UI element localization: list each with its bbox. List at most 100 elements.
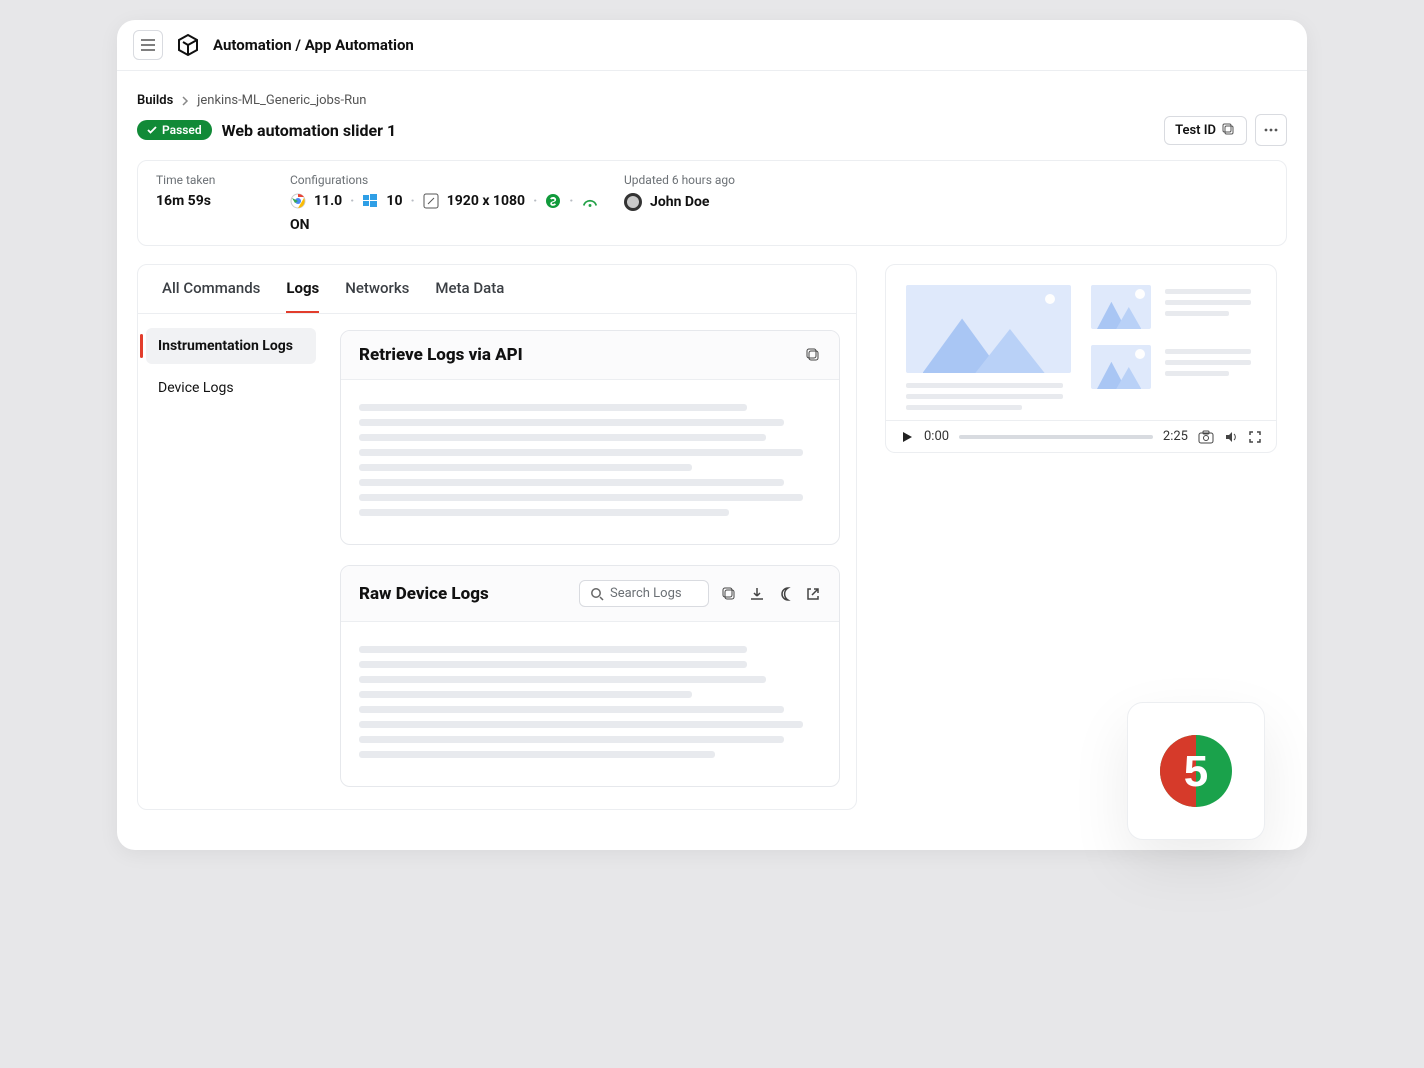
placeholder-line	[359, 691, 692, 698]
card-retrieve-body	[341, 380, 839, 544]
selenium-icon	[545, 193, 561, 209]
video-seekbar[interactable]	[959, 435, 1153, 439]
video-extra-controls	[1198, 430, 1262, 444]
meta-user: John Doe	[624, 193, 1268, 211]
image-placeholder	[906, 285, 1071, 373]
placeholder-line	[359, 449, 803, 456]
title-actions: Test ID	[1164, 114, 1287, 146]
card-retrieve-title: Retrieve Logs via API	[359, 345, 523, 365]
volume-icon	[1224, 430, 1238, 444]
placeholder-line	[359, 404, 747, 411]
floating-badge: 5	[1127, 702, 1265, 840]
logs-panel: All Commands Logs Networks Meta Data Ins…	[137, 264, 857, 810]
network-on-icon	[582, 193, 598, 209]
placeholder-line	[359, 676, 766, 683]
brand-logo-icon	[176, 33, 200, 57]
meta-config: Configurations 11.0 · 10 · 1920 x 10	[290, 173, 600, 233]
check-icon	[147, 125, 157, 135]
open-external-button[interactable]	[805, 586, 821, 602]
tab-all-commands[interactable]: All Commands	[162, 279, 260, 313]
placeholder-line	[1165, 371, 1229, 376]
placeholder-line	[359, 751, 715, 758]
status-badge: Passed	[137, 120, 212, 140]
volume-button[interactable]	[1224, 430, 1238, 444]
search-icon	[590, 587, 604, 601]
tab-networks[interactable]: Networks	[345, 279, 409, 313]
card-raw-title: Raw Device Logs	[359, 584, 489, 604]
card-raw-logs: Raw Device Logs Search Logs	[340, 565, 840, 787]
external-link-icon	[805, 586, 821, 602]
test-title: Web automation slider 1	[222, 121, 397, 140]
video-panel: 0:00 2:25	[885, 264, 1277, 453]
copy-button[interactable]	[805, 347, 821, 363]
topbar-title: Automation / App Automation	[213, 36, 414, 54]
meta-config-values: 11.0 · 10 · 1920 x 1080 · ·	[290, 193, 600, 233]
meta-config-label: Configurations	[290, 173, 600, 187]
play-button[interactable]	[900, 430, 914, 444]
placeholder-line	[359, 646, 747, 653]
meta-updated-label: Updated 6 hours ago	[624, 173, 1268, 187]
copy-icon	[805, 347, 821, 363]
fullscreen-button[interactable]	[1248, 430, 1262, 444]
card-raw-body	[341, 622, 839, 786]
leftnav-device[interactable]: Device Logs	[146, 370, 316, 406]
screenshot-button[interactable]	[1198, 430, 1214, 444]
placeholder-line	[906, 405, 1022, 410]
content: Builds jenkins-ML_Generic_jobs-Run Passe…	[117, 71, 1307, 810]
chevron-right-icon	[181, 96, 189, 106]
menu-button[interactable]	[133, 30, 163, 60]
meta-time-label: Time taken	[156, 173, 266, 187]
breadcrumb-current: jenkins-ML_Generic_jobs-Run	[197, 93, 366, 108]
breadcrumb: Builds jenkins-ML_Generic_jobs-Run	[137, 93, 1287, 108]
placeholder-line	[359, 434, 766, 441]
card-retrieve-logs: Retrieve Logs via API	[340, 330, 840, 545]
selenium-badge-icon: 5	[1159, 734, 1233, 808]
play-icon	[900, 430, 914, 444]
tab-logs[interactable]: Logs	[286, 279, 319, 313]
placeholder-line	[1165, 349, 1251, 354]
placeholder-line	[359, 736, 784, 743]
placeholder-line	[359, 419, 784, 426]
placeholder-line	[1165, 360, 1251, 365]
more-icon	[1264, 128, 1278, 132]
breadcrumb-root[interactable]: Builds	[137, 93, 173, 108]
placeholder-line	[359, 509, 729, 516]
test-id-button[interactable]: Test ID	[1164, 116, 1247, 145]
card-raw-head: Raw Device Logs Search Logs	[341, 566, 839, 622]
placeholder-line	[359, 721, 803, 728]
placeholder-line	[359, 661, 747, 668]
download-icon	[749, 586, 765, 602]
card-retrieve-actions	[805, 347, 821, 363]
fullscreen-icon	[1248, 430, 1262, 444]
search-logs-input[interactable]: Search Logs	[579, 580, 709, 607]
windows-icon	[362, 193, 378, 209]
card-retrieve-head: Retrieve Logs via API	[341, 331, 839, 380]
search-placeholder: Search Logs	[610, 586, 682, 601]
resolution-icon	[423, 193, 439, 209]
logs-body: Instrumentation Logs Device Logs Retriev…	[138, 313, 856, 809]
chrome-icon	[290, 193, 306, 209]
resolution-value: 1920 x 1080	[447, 193, 525, 209]
image-placeholder	[1091, 285, 1151, 329]
more-button[interactable]	[1255, 114, 1287, 146]
copy-button[interactable]	[721, 586, 737, 602]
network-status: ON	[290, 217, 310, 233]
main-split: All Commands Logs Networks Meta Data Ins…	[137, 264, 1287, 810]
placeholder-line	[906, 383, 1063, 388]
os-version: 10	[386, 193, 402, 209]
avatar	[624, 193, 642, 211]
meta-card: Time taken 16m 59s Configurations 11.0 ·…	[137, 160, 1287, 246]
download-button[interactable]	[749, 586, 765, 602]
video-thumb-col-left	[906, 285, 1071, 410]
card-raw-actions: Search Logs	[579, 580, 821, 607]
meta-time-value: 16m 59s	[156, 193, 266, 209]
theme-button[interactable]	[777, 586, 793, 602]
tab-metadata[interactable]: Meta Data	[435, 279, 504, 313]
leftnav-instrumentation[interactable]: Instrumentation Logs	[146, 328, 316, 364]
test-id-label: Test ID	[1175, 123, 1216, 138]
placeholder-line	[359, 706, 784, 713]
image-placeholder	[1091, 345, 1151, 389]
moon-icon	[777, 586, 793, 602]
tabs: All Commands Logs Networks Meta Data	[138, 265, 856, 313]
copy-icon	[1222, 123, 1236, 137]
